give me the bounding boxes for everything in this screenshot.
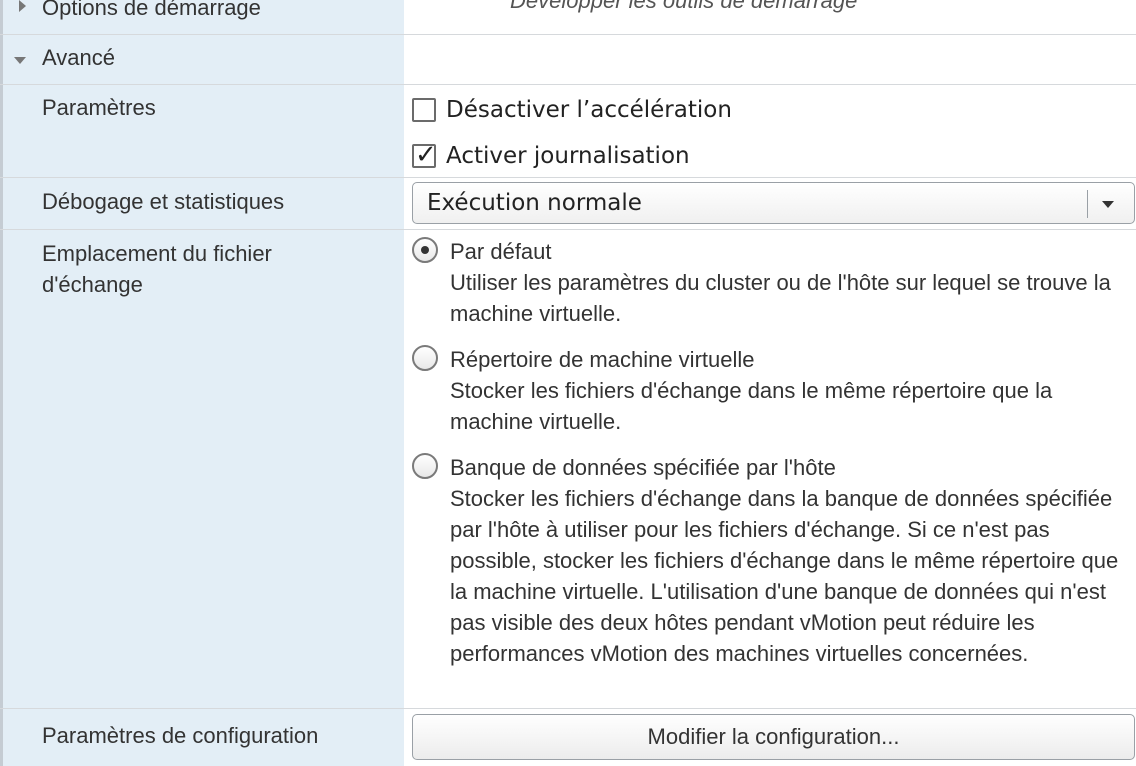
row-divider — [0, 177, 1136, 178]
swapfile-option-default[interactable]: Par défaut Utiliser les paramètres du cl… — [412, 236, 1126, 329]
swapfile-option-vm-directory[interactable]: Répertoire de machine virtuelle Stocker … — [412, 344, 1126, 437]
debug-stats-selected-value: Exécution normale — [427, 190, 642, 216]
row-divider — [0, 84, 1136, 85]
enable-logging-checkbox[interactable]: ✓ — [412, 140, 437, 170]
boot-options-value: Développer les outils de démarrage — [510, 0, 858, 13]
collapse-arrow-icon[interactable] — [14, 57, 26, 64]
option-description: Utiliser les paramètres du cluster ou de… — [450, 270, 1111, 326]
config-params-label: Paramètres de configuration — [42, 723, 319, 748]
radio-selected-dot — [421, 246, 429, 254]
select-divider — [1087, 190, 1088, 218]
swapfile-location-label: Emplacement du fichier d'échange — [42, 241, 272, 297]
debug-stats-label: Débogage et statistiques — [42, 189, 285, 214]
expand-arrow-icon[interactable] — [19, 0, 26, 12]
left-border — [0, 0, 3, 766]
option-title[interactable]: Répertoire de machine virtuelle — [450, 344, 1126, 375]
radio-vm-directory[interactable] — [412, 345, 438, 371]
option-title[interactable]: Par défaut — [450, 236, 1126, 267]
option-description: Stocker les fichiers d'échange dans la b… — [450, 486, 1119, 666]
swapfile-option-host-datastore[interactable]: Banque de données spécifiée par l'hôte S… — [412, 452, 1126, 669]
row-divider — [0, 229, 1136, 230]
option-title[interactable]: Banque de données spécifiée par l'hôte — [450, 452, 1126, 483]
radio-default[interactable] — [412, 237, 438, 263]
boot-options-label[interactable]: Options de démarrage — [42, 0, 261, 23]
advanced-section-label[interactable]: Avancé — [42, 42, 115, 73]
option-description: Stocker les fichiers d'échange dans le m… — [450, 378, 1053, 434]
radio-host-datastore[interactable] — [412, 453, 438, 479]
disable-acceleration-checkbox[interactable] — [412, 98, 436, 122]
row-divider — [0, 34, 1136, 35]
enable-logging-checkbox-row[interactable]: ✓ Activer journalisation — [412, 141, 690, 171]
settings-label: Paramètres — [42, 95, 156, 120]
debug-stats-select[interactable]: Exécution normale — [412, 182, 1135, 224]
enable-logging-label[interactable]: Activer journalisation — [446, 143, 690, 169]
row-divider — [0, 708, 1136, 709]
disable-acceleration-checkbox-row[interactable]: Désactiver l’accélération — [412, 95, 732, 125]
disable-acceleration-label[interactable]: Désactiver l’accélération — [446, 97, 732, 123]
checkmark-icon: ✓ — [415, 140, 437, 170]
chevron-down-icon[interactable] — [1102, 201, 1114, 208]
edit-configuration-button[interactable]: Modifier la configuration... — [412, 714, 1135, 760]
